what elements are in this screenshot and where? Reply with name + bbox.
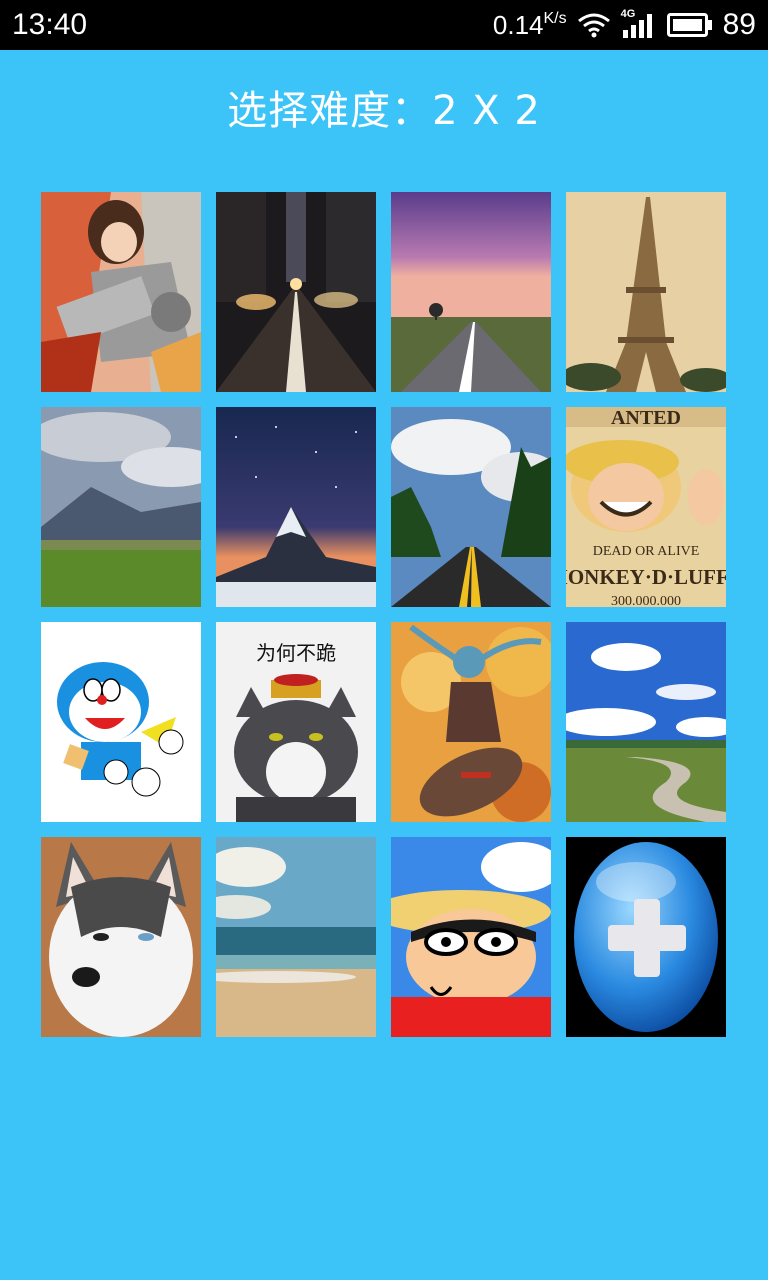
picture-tile-anime-warrior[interactable]: [41, 192, 201, 392]
picture-tile-emperor-cat[interactable]: 为何不跪: [216, 622, 376, 822]
city-street-image: [216, 192, 376, 392]
eiffel-tower-image: [566, 192, 726, 392]
shin-chan-image: [391, 837, 551, 1037]
status-right: 0.14K/s 4G 89: [493, 6, 756, 44]
picture-tile-countryside-path[interactable]: [566, 622, 726, 822]
poster-bounty: 300.000.000: [611, 594, 681, 607]
net-speed: 0.14K/s: [492, 9, 567, 40]
mountain-meadow-image: [41, 407, 201, 607]
difficulty-title[interactable]: 选择难度：2 X 2: [0, 78, 768, 136]
picture-tile-road-sky[interactable]: [391, 192, 551, 392]
net-speed-unit: K/s: [543, 9, 567, 27]
battery-level: 89: [722, 8, 756, 41]
cat-caption: 为何不跪: [256, 641, 336, 665]
picture-grid: ANTED DEAD OR ALIVE MONKEY·D·LUFFY 300.0…: [41, 192, 726, 1037]
picture-tile-shin-chan[interactable]: [391, 837, 551, 1037]
add-picture-button[interactable]: [566, 837, 726, 1037]
status-bar: 13:40 0.14K/s 4G 89: [0, 0, 768, 50]
picture-tile-beach[interactable]: [216, 837, 376, 1037]
doraemon-image: [41, 622, 201, 822]
emperor-cat-image: 为何不跪: [216, 622, 376, 822]
forest-road-image: [391, 407, 551, 607]
poster-subtitle: DEAD OR ALIVE: [593, 544, 700, 559]
battery-icon: [666, 13, 712, 37]
poster-title: ANTED: [611, 407, 681, 429]
wifi-icon: [577, 13, 610, 38]
husky-image: [41, 837, 201, 1037]
starry-mountain-image: [216, 407, 376, 607]
picture-tile-eiffel-tower[interactable]: [566, 192, 726, 392]
poster-name: MONKEY·D·LUFFY: [566, 565, 726, 589]
picture-tile-husky[interactable]: [41, 837, 201, 1037]
picture-tile-city-street[interactable]: [216, 192, 376, 392]
picture-tile-wanted-poster[interactable]: ANTED DEAD OR ALIVE MONKEY·D·LUFFY 300.0…: [566, 407, 726, 607]
status-time: 13:40: [12, 8, 88, 41]
road-sky-image: [391, 192, 551, 392]
fantasy-heroine-image: [391, 622, 551, 822]
signal-icon: 4G: [621, 8, 657, 40]
anime-warrior-image: [41, 192, 201, 392]
beach-image: [216, 837, 376, 1037]
add-icon: [566, 837, 726, 1037]
wanted-poster-image: ANTED DEAD OR ALIVE MONKEY·D·LUFFY 300.0…: [566, 407, 726, 607]
picture-tile-forest-road[interactable]: [391, 407, 551, 607]
picture-tile-mountain-meadow[interactable]: [41, 407, 201, 607]
picture-tile-doraemon[interactable]: [41, 622, 201, 822]
picture-tile-starry-mountain[interactable]: [216, 407, 376, 607]
countryside-path-image: [566, 622, 726, 822]
picture-tile-fantasy-heroine[interactable]: [391, 622, 551, 822]
